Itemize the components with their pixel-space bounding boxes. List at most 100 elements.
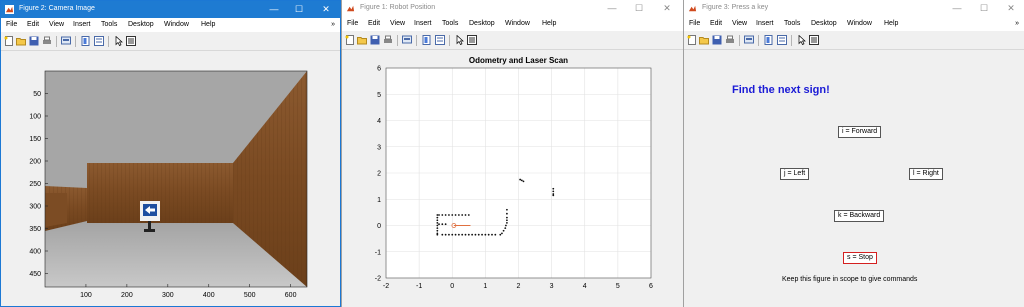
menu-tools[interactable]: Tools — [442, 20, 458, 27]
menu-bar: File Edit View Insert Tools Desktop Wind… — [1, 18, 340, 32]
stop-key-button[interactable]: s = Stop — [843, 252, 877, 264]
y-tick-label: 4 — [377, 118, 381, 125]
y-tick-label: 350 — [29, 226, 41, 233]
open-file-icon[interactable] — [699, 35, 709, 45]
menu-help[interactable]: Help — [542, 20, 556, 27]
menu-help[interactable]: Help — [201, 21, 215, 28]
menu-edit[interactable]: Edit — [27, 21, 39, 28]
link-plot-icon[interactable] — [744, 35, 754, 45]
camera-axes[interactable]: 100 200 300 400 500 600 50 100 150 200 250 300 350 40… — [1, 51, 341, 307]
edit-plot-arrow-icon[interactable] — [114, 36, 124, 46]
colorbar-icon[interactable] — [422, 35, 432, 45]
scan-point — [441, 223, 444, 226]
edit-plot-arrow-icon[interactable] — [797, 35, 807, 45]
figure-area: Odometry and Laser Scan -2 -1 0 1 2 3 4 5 6 -2 -1 0… — [342, 50, 683, 307]
print-icon[interactable] — [42, 36, 52, 46]
property-inspector-icon[interactable] — [126, 36, 136, 46]
save-icon[interactable] — [370, 35, 380, 45]
menu-file[interactable]: File — [347, 20, 358, 27]
maximize-button[interactable]: ☐ — [288, 3, 310, 16]
y-tick-label: 400 — [29, 249, 41, 256]
link-plot-icon[interactable] — [402, 35, 412, 45]
press-a-key-window[interactable]: Figure 3: Press a key — ☐ ✕ File Edit Vi… — [683, 0, 1024, 307]
title-bar[interactable]: Figure 2: Camera Image — ☐ ✕ — [1, 1, 340, 18]
property-inspector-icon[interactable] — [467, 35, 477, 45]
odometry-axes[interactable]: Odometry and Laser Scan -2 -1 0 1 2 3 4 5 6 -2 -1 0… — [342, 50, 683, 306]
save-icon[interactable] — [29, 36, 39, 46]
scan-point — [448, 233, 450, 236]
menu-bar: File Edit View Insert Tools Desktop Wind… — [342, 17, 683, 31]
scan-point — [464, 233, 467, 236]
open-file-icon[interactable] — [16, 36, 26, 46]
camera-image-window[interactable]: Figure 2: Camera Image — ☐ ✕ File Edit V… — [0, 0, 341, 307]
menu-window[interactable]: Window — [505, 20, 530, 27]
link-plot-icon[interactable] — [61, 36, 71, 46]
save-icon[interactable] — [712, 35, 722, 45]
title-bar[interactable]: Figure 3: Press a key — ☐ ✕ — [684, 0, 1024, 17]
new-figure-icon[interactable] — [4, 36, 14, 46]
left-wall-near — [45, 193, 67, 227]
menu-desktop[interactable]: Desktop — [811, 20, 837, 27]
menu-window[interactable]: Window — [164, 21, 189, 28]
colorbar-icon[interactable] — [81, 36, 91, 46]
legend-icon[interactable] — [435, 35, 445, 45]
menu-tools[interactable]: Tools — [784, 20, 800, 27]
close-button[interactable]: ✕ — [1000, 2, 1022, 15]
menu-desktop[interactable]: Desktop — [128, 21, 154, 28]
menu-tools[interactable]: Tools — [101, 21, 117, 28]
menu-insert[interactable]: Insert — [756, 20, 774, 27]
new-figure-icon[interactable] — [687, 35, 697, 45]
scan-point — [444, 214, 447, 216]
scan-point — [504, 227, 507, 230]
scan-point — [467, 233, 470, 236]
backward-key-button[interactable]: k = Backward — [834, 210, 885, 222]
menu-view[interactable]: View — [390, 20, 405, 27]
scan-point — [520, 179, 523, 182]
menu-overflow-icon[interactable]: » — [331, 21, 335, 28]
property-inspector-icon[interactable] — [809, 35, 819, 45]
legend-icon[interactable] — [777, 35, 787, 45]
robot-position-window[interactable]: Figure 1: Robot Position — ☐ ✕ File Edit… — [341, 0, 683, 307]
scan-point — [436, 219, 439, 222]
menu-overflow-icon[interactable]: » — [1015, 20, 1019, 27]
menu-view[interactable]: View — [732, 20, 747, 27]
print-icon[interactable] — [725, 35, 735, 45]
scan-point — [436, 229, 439, 232]
right-key-button[interactable]: l = Right — [909, 168, 943, 180]
maximize-button[interactable]: ☐ — [628, 2, 650, 15]
close-button[interactable]: ✕ — [315, 3, 337, 16]
scan-point — [506, 208, 508, 211]
minimize-button[interactable]: — — [946, 2, 968, 15]
title-bar[interactable]: Figure 1: Robot Position — ☐ ✕ — [342, 0, 683, 17]
menu-help[interactable]: Help — [884, 20, 898, 27]
maximize-button[interactable]: ☐ — [973, 2, 995, 15]
open-file-icon[interactable] — [357, 35, 367, 45]
toolbar-separator — [791, 35, 792, 46]
menu-file[interactable]: File — [689, 20, 700, 27]
menu-edit[interactable]: Edit — [710, 20, 722, 27]
menu-file[interactable]: File — [6, 21, 17, 28]
forward-key-button[interactable]: i = Forward — [838, 126, 882, 138]
menu-desktop[interactable]: Desktop — [469, 20, 495, 27]
menu-insert[interactable]: Insert — [73, 21, 91, 28]
menu-view[interactable]: View — [49, 21, 64, 28]
colorbar-icon[interactable] — [764, 35, 774, 45]
menu-window[interactable]: Window — [847, 20, 872, 27]
new-figure-icon[interactable] — [345, 35, 355, 45]
scan-point — [436, 216, 439, 219]
scan-point — [438, 223, 440, 226]
x-tick-label: 100 — [80, 292, 92, 299]
scan-point — [436, 233, 439, 236]
minimize-button[interactable]: — — [601, 2, 623, 15]
close-button[interactable]: ✕ — [656, 2, 678, 15]
minimize-button[interactable]: — — [263, 3, 285, 16]
left-key-button[interactable]: j = Left — [780, 168, 810, 180]
print-icon[interactable] — [383, 35, 393, 45]
edit-plot-arrow-icon[interactable] — [455, 35, 465, 45]
x-tick-label: 400 — [203, 292, 215, 299]
legend-icon[interactable] — [94, 36, 104, 46]
x-tick-label: 5 — [616, 283, 620, 290]
menu-insert[interactable]: Insert — [414, 20, 432, 27]
x-tick-label: 600 — [285, 292, 297, 299]
menu-edit[interactable]: Edit — [368, 20, 380, 27]
